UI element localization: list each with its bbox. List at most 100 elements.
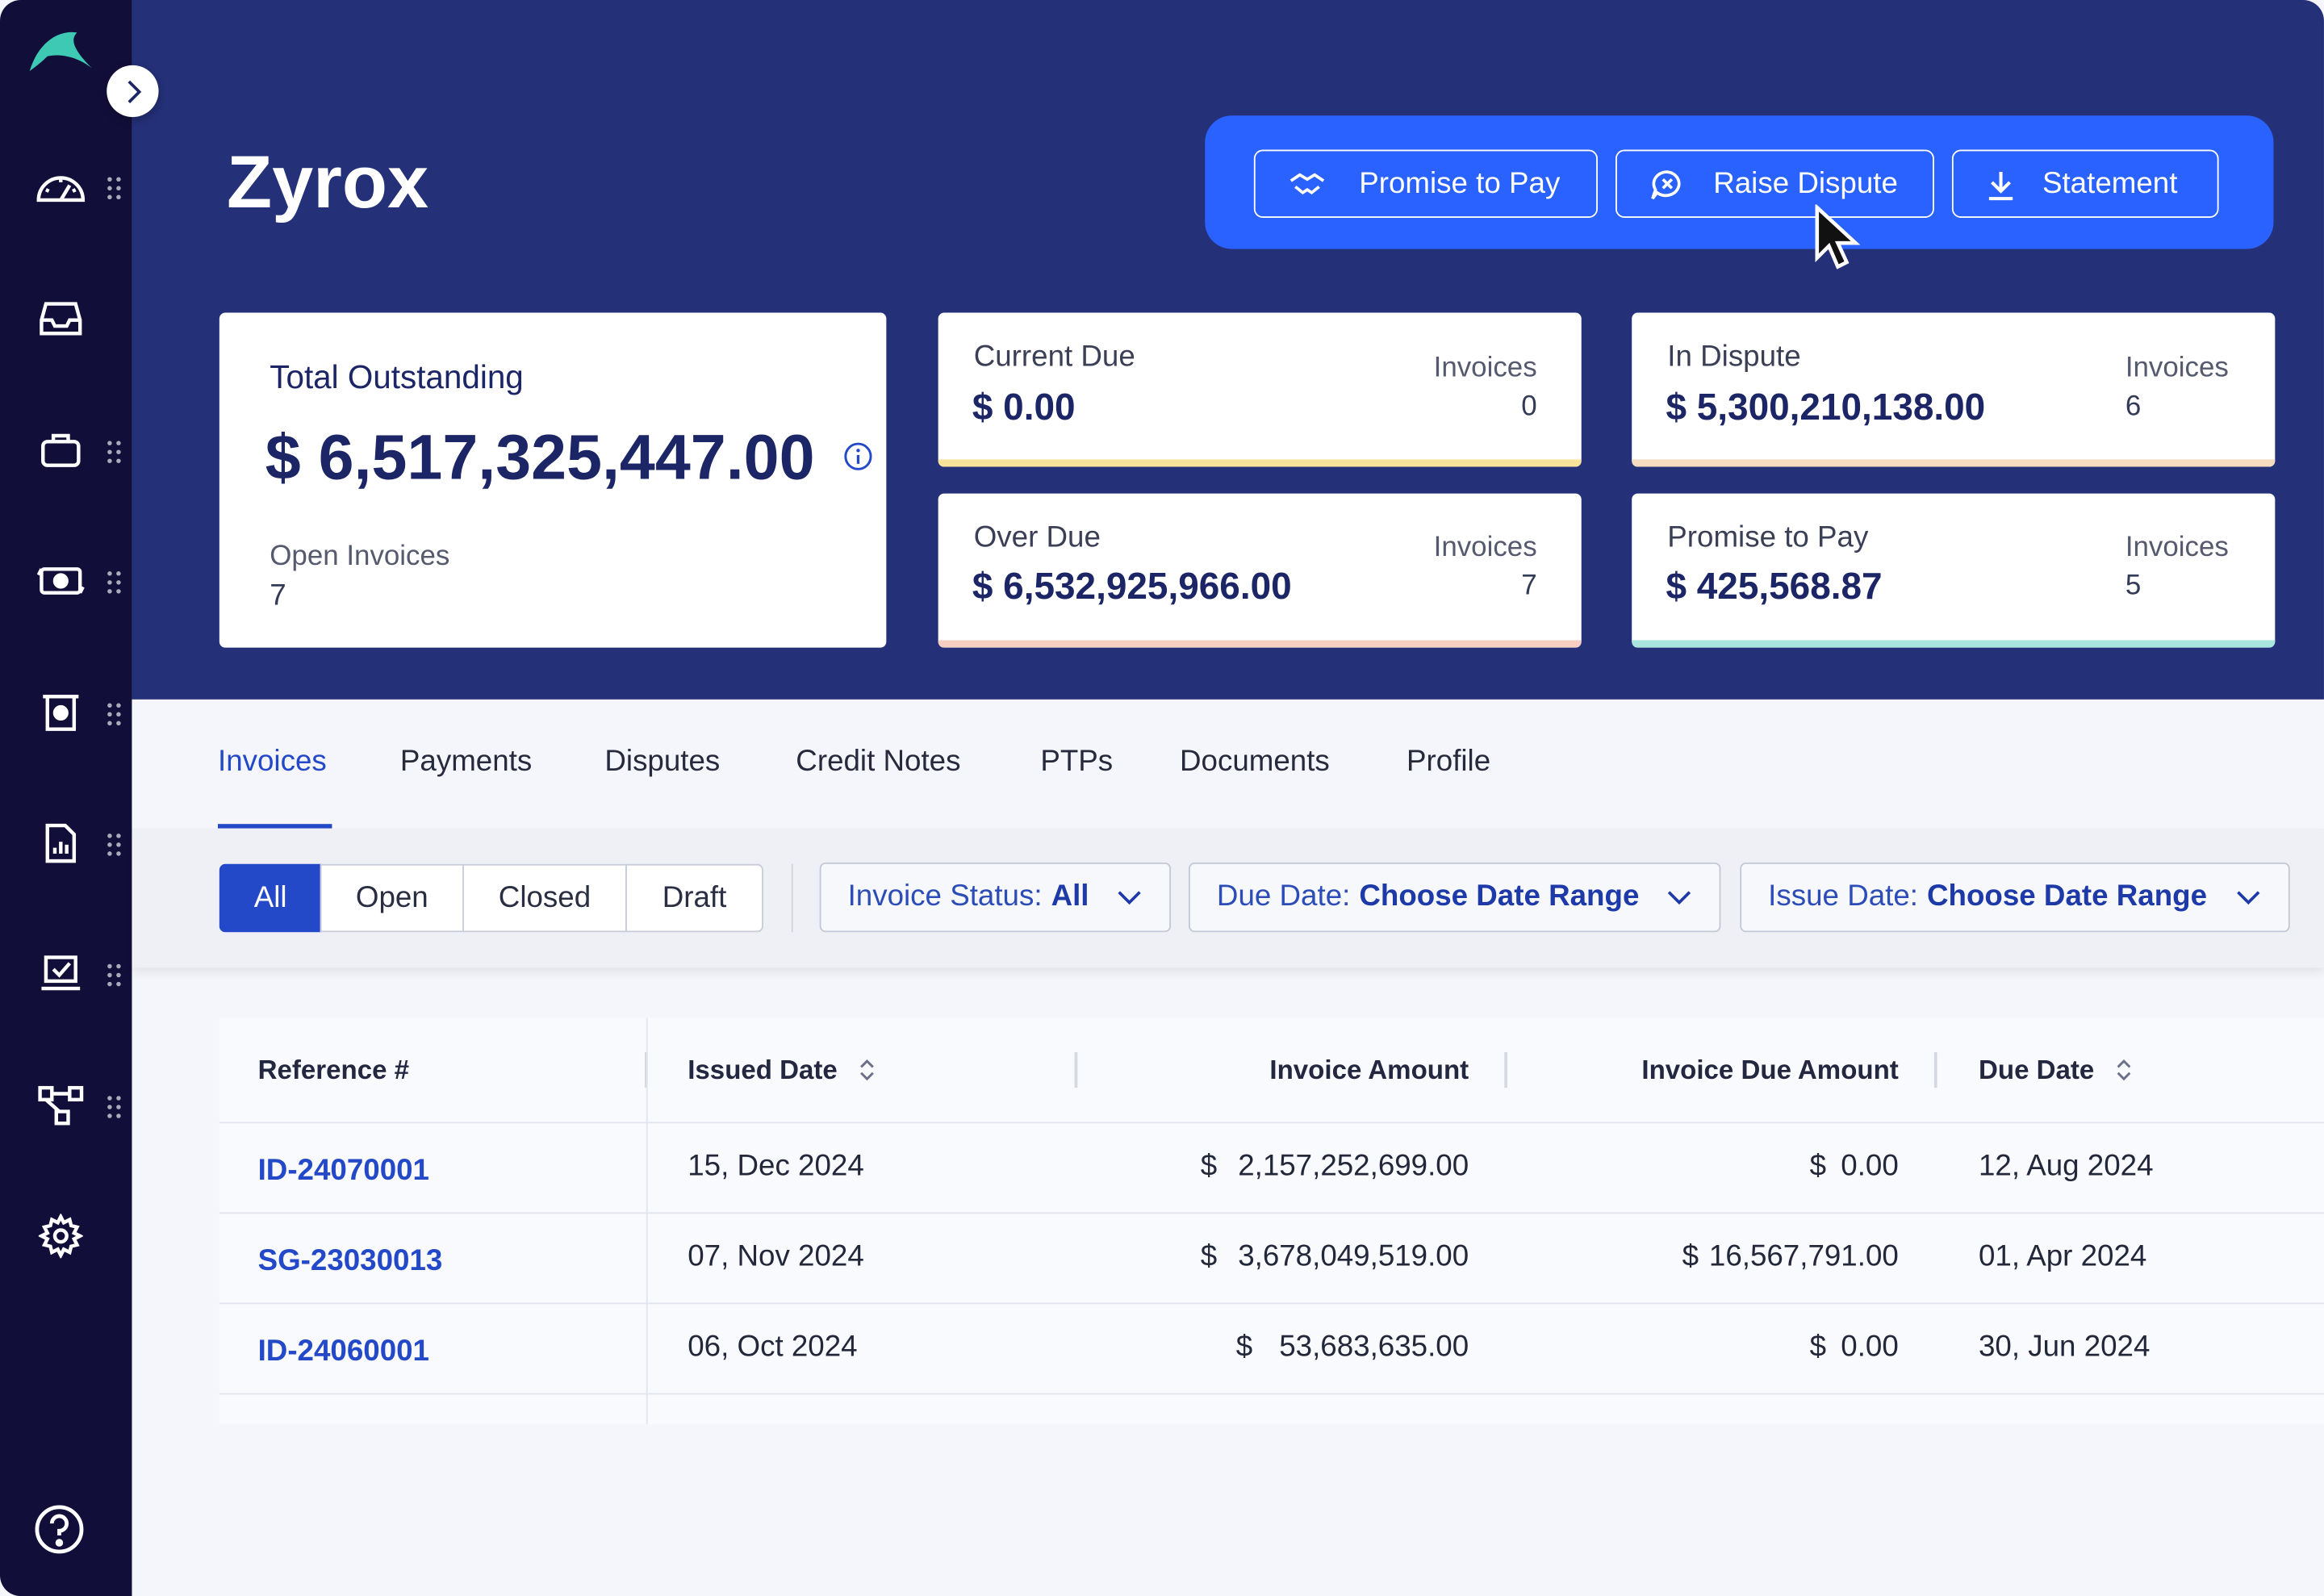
filter-all[interactable]: All	[219, 863, 322, 933]
download-icon	[1988, 172, 2013, 201]
chevron-down-icon	[2237, 891, 2260, 905]
over-due-label: Over Due	[973, 521, 1101, 554]
open-invoices-count: 7	[270, 579, 286, 612]
action-bar: Promise to Pay Raise Dispute Statement	[1205, 115, 2274, 249]
info-icon[interactable]	[843, 441, 873, 471]
statement-label: Statement	[2042, 167, 2178, 200]
tab-disputes[interactable]: Disputes	[604, 746, 720, 779]
issue-date-dropdown[interactable]: Issue Date: Choose Date Range	[1740, 862, 2290, 933]
invoice-due-amount: 0.00	[1841, 1331, 1899, 1364]
app-page: Zyrox Promise to Pay Raise Dispute State…	[0, 0, 2324, 1596]
current-due-invoices: 0	[1521, 391, 1537, 423]
briefcase-icon[interactable]	[27, 421, 94, 480]
currency-symbol: $	[1235, 1331, 1253, 1364]
drag-handle[interactable]	[105, 569, 123, 595]
total-outstanding-amount: $ 6,517,325,447.00	[265, 422, 815, 494]
column-header-invoice-amount[interactable]: Invoice Amount	[1269, 1018, 1469, 1122]
due-date: 30, Jun 2024	[1978, 1331, 2151, 1364]
invoice-amount: 53,683,635.00	[1279, 1331, 1469, 1364]
drag-handle[interactable]	[105, 1093, 123, 1120]
column-divider	[646, 1017, 648, 1425]
tab-profile[interactable]: Profile	[1407, 746, 1490, 779]
tab-invoices[interactable]: Invoices	[218, 746, 327, 779]
reference-link[interactable]: SG-23030013	[258, 1245, 443, 1279]
current-due-card[interactable]: Current Due $ 0.00 Invoices 0	[938, 312, 1582, 467]
sort-icon[interactable]	[859, 1057, 876, 1084]
issued-date: 15, Dec 2024	[688, 1150, 864, 1183]
promise-to-pay-invoices: 5	[2125, 570, 2142, 602]
raise-dispute-button[interactable]: Raise Dispute	[1616, 149, 1934, 218]
column-separator	[1933, 1052, 1937, 1088]
due-date-header-label: Due Date	[1978, 1054, 2095, 1084]
total-outstanding-card: Total Outstanding $ 6,517,325,447.00 Ope…	[219, 312, 887, 648]
reference-link[interactable]: ID-24070001	[258, 1155, 429, 1189]
sidebar-toggle-button[interactable]	[107, 65, 159, 118]
drag-handle[interactable]	[105, 962, 123, 988]
drag-handle[interactable]	[105, 701, 123, 728]
promise-to-pay-button[interactable]: Promise to Pay	[1253, 149, 1598, 218]
due-date: 01, Apr 2024	[1978, 1240, 2147, 1273]
currency-symbol: $	[1809, 1150, 1827, 1183]
in-dispute-amount: $ 5,300,210,138.00	[1666, 386, 1986, 428]
tab-payments[interactable]: Payments	[400, 746, 532, 779]
due-date-dropdown[interactable]: Due Date: Choose Date Range	[1189, 862, 1721, 933]
table-row[interactable]: SG-23030013 07, Nov 2024 $ 3,678,049,519…	[219, 1212, 2324, 1302]
over-due-card[interactable]: Over Due $ 6,532,925,966.00 Invoices 7	[938, 493, 1582, 648]
help-icon[interactable]	[32, 1502, 86, 1563]
column-header-reference[interactable]: Reference #	[258, 1018, 409, 1122]
currency-symbol: $	[1809, 1331, 1827, 1364]
tab-documents[interactable]: Documents	[1180, 746, 1330, 779]
settings-icon[interactable]	[27, 1206, 94, 1265]
issue-date-label: Issue Date:	[1768, 879, 1919, 913]
inbox-icon[interactable]	[27, 289, 94, 348]
tasks-icon[interactable]	[27, 944, 94, 1003]
sidebar	[0, 0, 132, 1596]
column-header-due-date[interactable]: Due Date	[1979, 1018, 2133, 1122]
company-name: Zyrox	[227, 140, 429, 224]
filter-closed[interactable]: Closed	[462, 863, 627, 933]
filter-draft[interactable]: Draft	[625, 863, 763, 933]
issued-date: 07, Nov 2024	[688, 1240, 864, 1273]
payments-icon[interactable]	[27, 551, 94, 610]
due-date: 12, Aug 2024	[1978, 1150, 2154, 1183]
tab-ptps[interactable]: PTPs	[1040, 746, 1113, 779]
invoice-status-dropdown[interactable]: Invoice Status: All	[819, 862, 1171, 933]
status-bar	[1632, 459, 2276, 467]
column-header-invoice-due-amount[interactable]: Invoice Due Amount	[1641, 1018, 1898, 1122]
drag-handle[interactable]	[105, 831, 123, 858]
filter-open[interactable]: Open	[320, 863, 464, 933]
in-dispute-label: In Dispute	[1667, 341, 1801, 374]
logo	[27, 27, 94, 85]
column-header-issued-date[interactable]: Issued Date	[688, 1018, 876, 1122]
promise-to-pay-card[interactable]: Promise to Pay $ 425,568.87 Invoices 5	[1632, 493, 2276, 648]
invoices-label: Invoices	[2125, 532, 2229, 563]
drag-handle[interactable]	[105, 439, 123, 466]
issue-date-value: Choose Date Range	[1927, 879, 2208, 913]
total-outstanding-label: Total Outstanding	[270, 358, 524, 396]
collections-icon[interactable]	[27, 683, 94, 742]
report-icon[interactable]	[27, 813, 94, 872]
currency-symbol: $	[1200, 1150, 1218, 1183]
workflow-icon[interactable]	[27, 1076, 94, 1134]
in-dispute-card[interactable]: In Dispute $ 5,300,210,138.00 Invoices 6	[1632, 312, 2276, 467]
issued-date-header-label: Issued Date	[688, 1054, 838, 1084]
dashboard-icon[interactable]	[27, 157, 94, 216]
handshake-icon	[1289, 173, 1325, 195]
sort-icon[interactable]	[2115, 1057, 2133, 1084]
over-due-amount: $ 6,532,925,966.00	[972, 566, 1292, 608]
invoices-table: Reference # Issued Date Invoice Amount I…	[219, 1017, 2324, 1425]
table-row[interactable]: ID-24070001 15, Dec 2024 $ 2,157,252,699…	[219, 1122, 2324, 1212]
chevron-down-icon	[1667, 891, 1691, 905]
tab-credit-notes[interactable]: Credit Notes	[796, 746, 960, 779]
due-date-label: Due Date:	[1216, 879, 1351, 913]
tab-bar: Invoices Payments Disputes Credit Notes …	[132, 699, 2324, 829]
invoices-label: Invoices	[1433, 532, 1537, 563]
issued-date: 06, Oct 2024	[688, 1331, 858, 1364]
reference-link[interactable]: ID-24060001	[258, 1335, 429, 1369]
dispute-icon	[1651, 170, 1681, 200]
status-bar	[938, 459, 1582, 467]
drag-handle[interactable]	[105, 175, 123, 202]
table-row[interactable]: ID-24060001 06, Oct 2024 $ 53,683,635.00…	[219, 1302, 2324, 1393]
open-invoices-label: Open Invoices	[270, 541, 450, 572]
statement-button[interactable]: Statement	[1951, 149, 2219, 218]
